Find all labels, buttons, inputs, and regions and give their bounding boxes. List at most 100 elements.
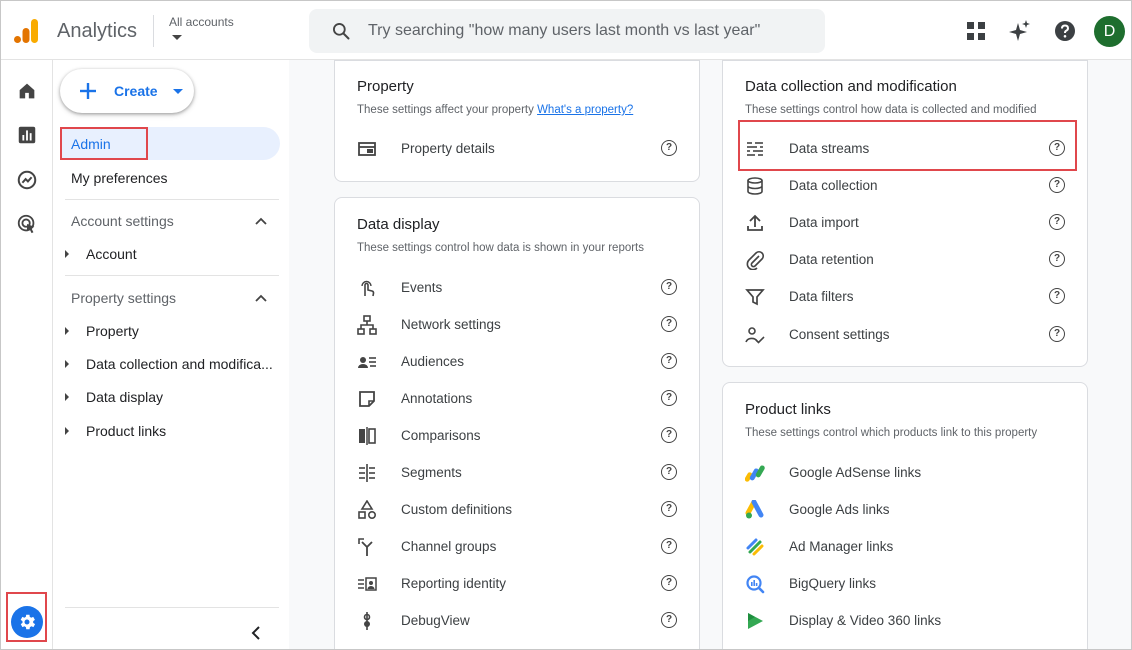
nav-item-data-display[interactable]: Data display (86, 389, 163, 405)
home-icon[interactable] (16, 80, 38, 102)
nav-item-data-collection[interactable]: Data collection and modifica... (86, 356, 273, 372)
row-debugview[interactable]: DebugView ? (335, 603, 699, 640)
expand-triangle-icon[interactable] (65, 427, 69, 435)
row-channel-groups[interactable]: Channel groups ? (335, 529, 699, 566)
plus-icon (80, 83, 96, 99)
row-label: Google Ads links (789, 502, 890, 517)
card-subtitle: These settings affect your property What… (357, 104, 633, 116)
row-data-retention[interactable]: Data retention ? (723, 242, 1087, 279)
row-google-ads-links[interactable]: Google Ads links (723, 492, 1087, 529)
row-ad-manager-links[interactable]: Ad Manager links (723, 529, 1087, 566)
row-data-collection[interactable]: Data collection ? (723, 168, 1087, 205)
expand-triangle-icon[interactable] (65, 250, 69, 258)
property-details-icon (358, 142, 376, 156)
create-button[interactable]: Create (60, 69, 194, 113)
filter-icon (745, 289, 765, 306)
audiences-icon (358, 357, 376, 368)
nav-item-property[interactable]: Property (86, 323, 139, 339)
help-circle-icon[interactable]: ? (661, 464, 677, 480)
search-input[interactable]: Try searching "how many users last month… (309, 9, 825, 53)
row-events[interactable]: Events ? (335, 270, 699, 307)
data-display-card: Data display These settings control how … (334, 197, 700, 649)
collapse-chevron-left-icon[interactable] (250, 626, 262, 640)
nav-item-product-links[interactable]: Product links (86, 423, 166, 439)
card-subtitle: These settings control how data is colle… (745, 104, 1037, 116)
accounts-selector[interactable]: All accounts (169, 15, 234, 29)
row-label: Reporting identity (401, 576, 507, 591)
help-circle-icon[interactable]: ? (661, 427, 677, 443)
row-label: Audiences (401, 354, 465, 369)
row-display-video-360-links[interactable]: Display & Video 360 links (723, 603, 1087, 640)
whats-a-property-link[interactable]: What's a property? (537, 104, 633, 116)
help-circle-icon[interactable]: ? (661, 279, 677, 295)
row-network-settings[interactable]: Network settings ? (335, 307, 699, 344)
row-segments[interactable]: Segments ? (335, 455, 699, 492)
chevron-up-icon[interactable] (255, 217, 267, 225)
chevron-up-icon[interactable] (255, 294, 267, 302)
row-data-filters[interactable]: Data filters ? (723, 279, 1087, 316)
help-circle-icon[interactable]: ? (661, 538, 677, 554)
nav-item-my-preferences[interactable]: My preferences (71, 170, 167, 186)
explore-icon[interactable] (16, 169, 38, 191)
create-label: Create (114, 83, 158, 99)
row-label: Display & Video 360 links (789, 613, 942, 628)
help-circle-icon[interactable]: ? (661, 575, 677, 591)
row-bigquery-links[interactable]: BigQuery links (723, 566, 1087, 603)
help-circle-icon[interactable]: ? (661, 390, 677, 406)
help-circle-icon[interactable]: ? (1049, 251, 1065, 267)
row-custom-definitions[interactable]: Custom definitions ? (335, 492, 699, 529)
row-annotations[interactable]: Annotations ? (335, 381, 699, 418)
expand-triangle-icon[interactable] (65, 327, 69, 335)
row-consent-settings[interactable]: Consent settings ? (723, 317, 1087, 354)
advertising-icon[interactable] (16, 213, 38, 235)
row-adsense-links[interactable]: Google AdSense links (723, 455, 1087, 492)
dv360-logo-icon (748, 613, 763, 629)
row-label: Data retention (789, 252, 874, 267)
row-property-details[interactable]: Property details ? (335, 131, 699, 168)
row-audiences[interactable]: Audiences ? (335, 344, 699, 381)
help-circle-icon[interactable]: ? (661, 353, 677, 369)
help-circle-icon[interactable]: ? (661, 140, 677, 156)
nav-item-account[interactable]: Account (86, 246, 137, 262)
reporting-identity-icon (358, 577, 377, 591)
row-reporting-identity[interactable]: Reporting identity ? (335, 566, 699, 603)
card-subtitle: These settings control how data is shown… (357, 242, 645, 254)
help-circle-icon[interactable]: ? (1049, 177, 1065, 193)
reports-icon[interactable] (16, 124, 38, 146)
help-icon[interactable] (1053, 19, 1077, 43)
admin-settings-button[interactable] (11, 606, 43, 638)
card-title: Property (357, 78, 414, 95)
row-label: Annotations (401, 391, 473, 406)
touch-icon (361, 280, 375, 297)
annotation-note-icon (359, 391, 375, 407)
help-circle-icon[interactable]: ? (661, 612, 677, 628)
card-title: Data collection and modification (745, 78, 957, 95)
apps-grid-icon[interactable] (964, 19, 988, 43)
product-links-card: Product links These settings control whi… (722, 382, 1088, 649)
left-rail (1, 60, 53, 649)
sparkle-icon[interactable] (1008, 19, 1032, 43)
caret-down-icon[interactable] (172, 35, 182, 40)
search-icon (333, 23, 350, 40)
search-placeholder: Try searching "how many users last month… (368, 22, 761, 39)
expand-triangle-icon[interactable] (65, 393, 69, 401)
property-settings-header[interactable]: Property settings (71, 290, 176, 306)
avatar[interactable]: D (1094, 16, 1125, 47)
help-circle-icon[interactable]: ? (661, 501, 677, 517)
help-circle-icon[interactable]: ? (1049, 326, 1065, 342)
row-label: Consent settings (789, 327, 890, 342)
account-settings-header[interactable]: Account settings (71, 213, 174, 229)
analytics-logo-icon[interactable] (13, 17, 41, 45)
help-circle-icon[interactable]: ? (661, 316, 677, 332)
row-label: Data filters (789, 289, 854, 304)
help-circle-icon[interactable]: ? (1049, 214, 1065, 230)
row-label: Data collection (789, 178, 878, 193)
row-data-import[interactable]: Data import ? (723, 205, 1087, 242)
expand-triangle-icon[interactable] (65, 360, 69, 368)
help-circle-icon[interactable]: ? (1049, 288, 1065, 304)
caret-down-icon (173, 89, 183, 94)
admin-main-content: Property These settings affect your prop… (289, 60, 1131, 649)
upload-icon (747, 214, 763, 231)
data-collection-card: Data collection and modification These s… (722, 60, 1088, 367)
row-comparisons[interactable]: Comparisons ? (335, 418, 699, 455)
